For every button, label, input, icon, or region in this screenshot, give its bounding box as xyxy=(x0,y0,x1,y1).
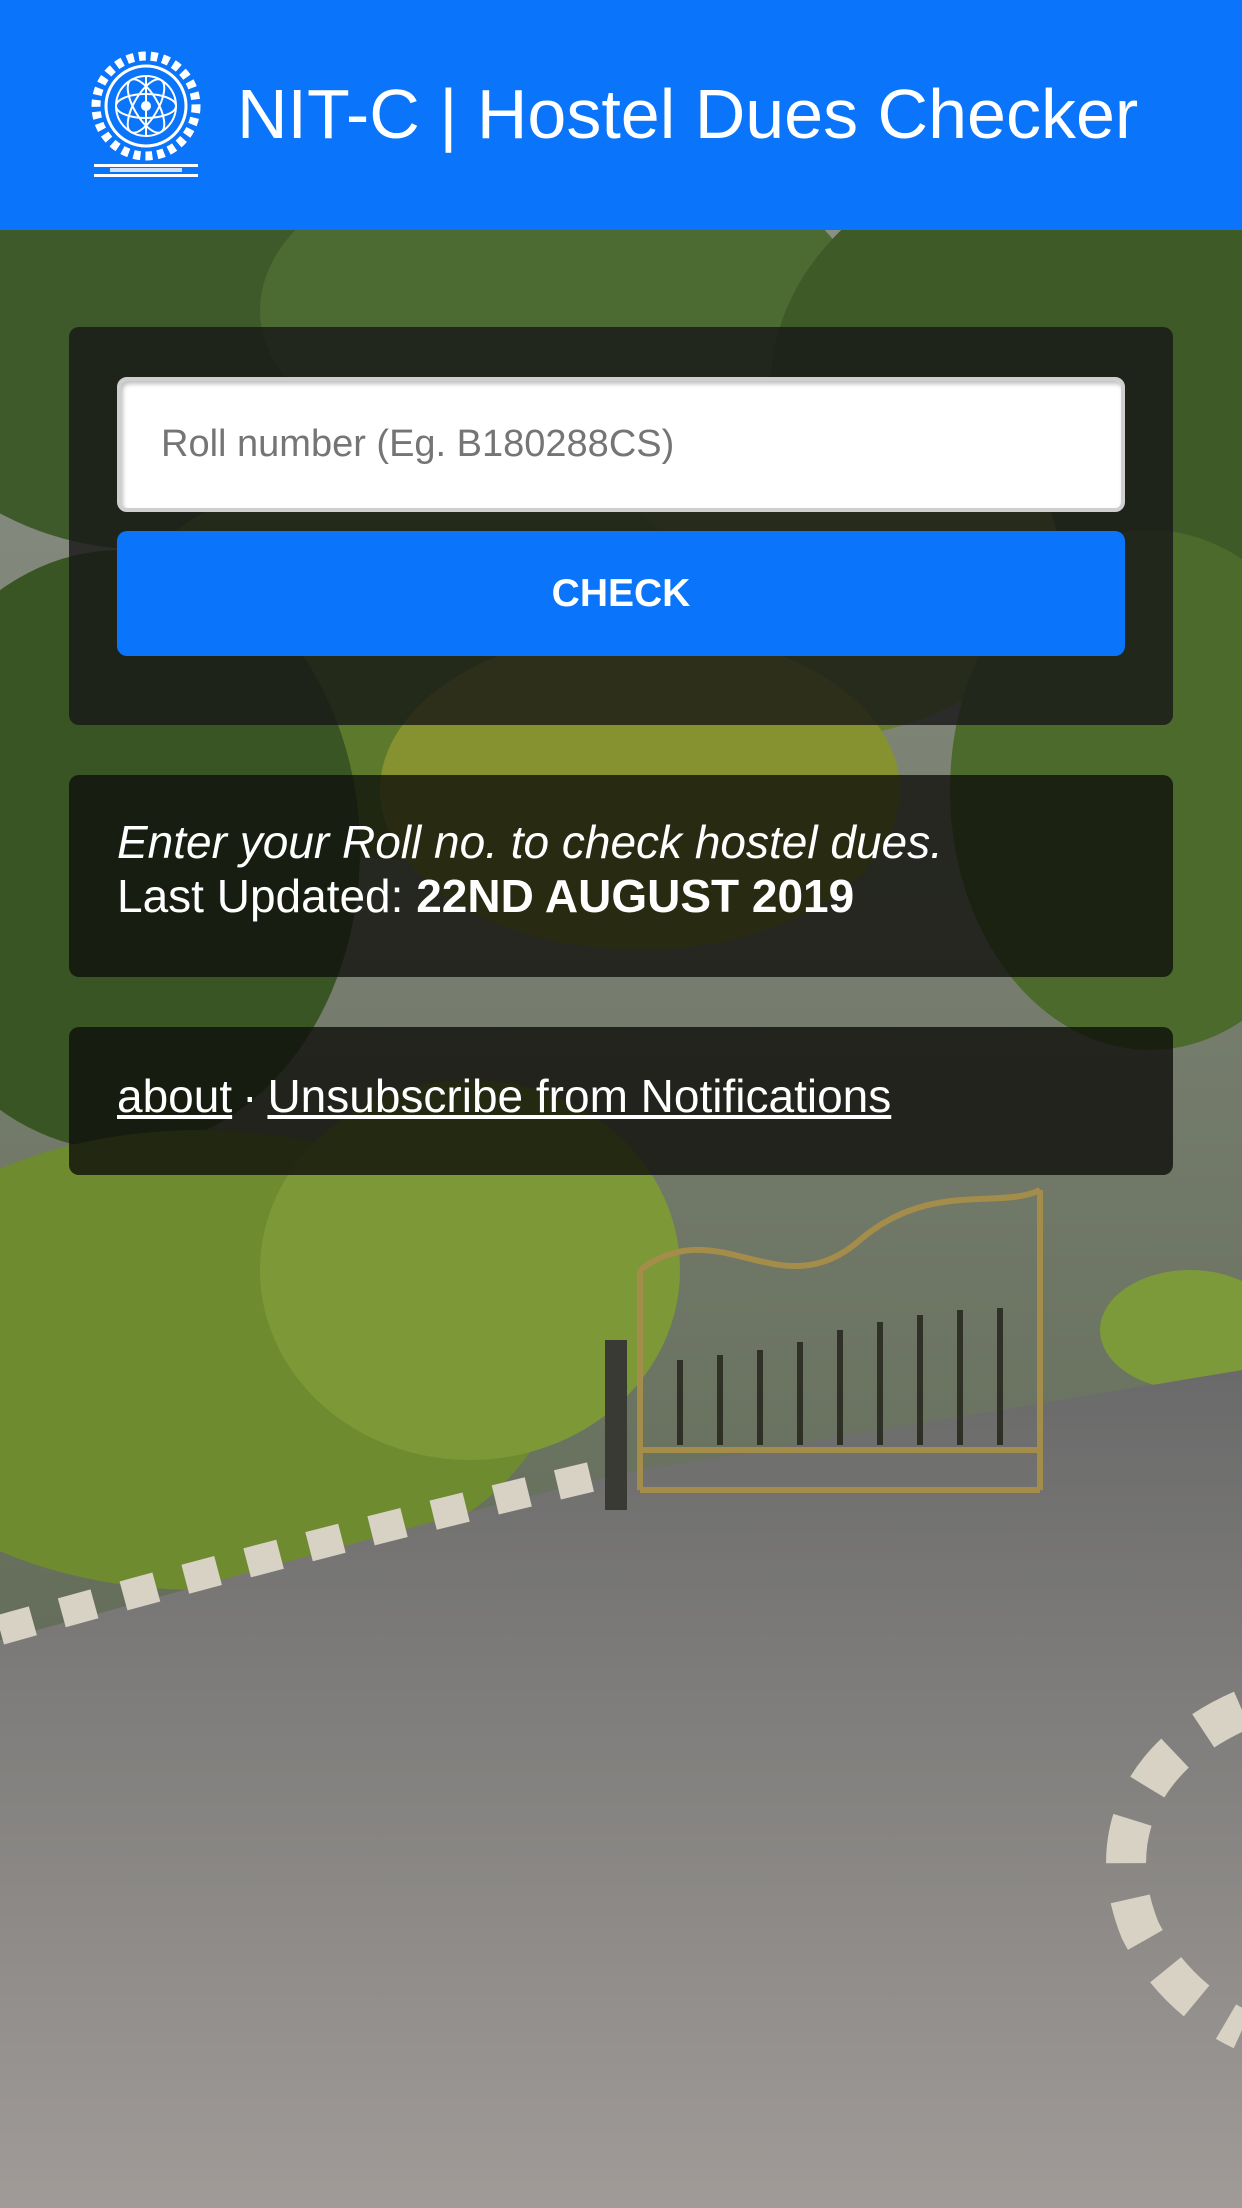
instruction-text: Enter your Roll no. to check hostel dues… xyxy=(117,816,943,868)
info-card: Enter your Roll no. to check hostel dues… xyxy=(69,775,1173,977)
nitc-emblem-icon xyxy=(90,50,202,180)
unsubscribe-link[interactable]: Unsubscribe from Notifications xyxy=(267,1070,891,1122)
last-updated-date: 22ND AUGUST 2019 xyxy=(416,870,855,922)
links-card: about · Unsubscribe from Notifications xyxy=(69,1027,1173,1175)
last-updated-line: Last Updated: 22ND AUGUST 2019 xyxy=(117,869,854,923)
search-card: CHECK xyxy=(69,327,1173,725)
about-link[interactable]: about xyxy=(117,1070,232,1122)
footer-links: about · Unsubscribe from Notifications xyxy=(117,1069,891,1123)
check-button[interactable]: CHECK xyxy=(117,531,1125,656)
app-header: NIT-C | Hostel Dues Checker xyxy=(0,0,1242,230)
roll-number-input[interactable] xyxy=(117,377,1125,512)
last-updated-label: Last Updated: xyxy=(117,870,404,922)
link-separator: · xyxy=(242,1070,258,1122)
app-title: NIT-C | Hostel Dues Checker xyxy=(237,75,1139,153)
